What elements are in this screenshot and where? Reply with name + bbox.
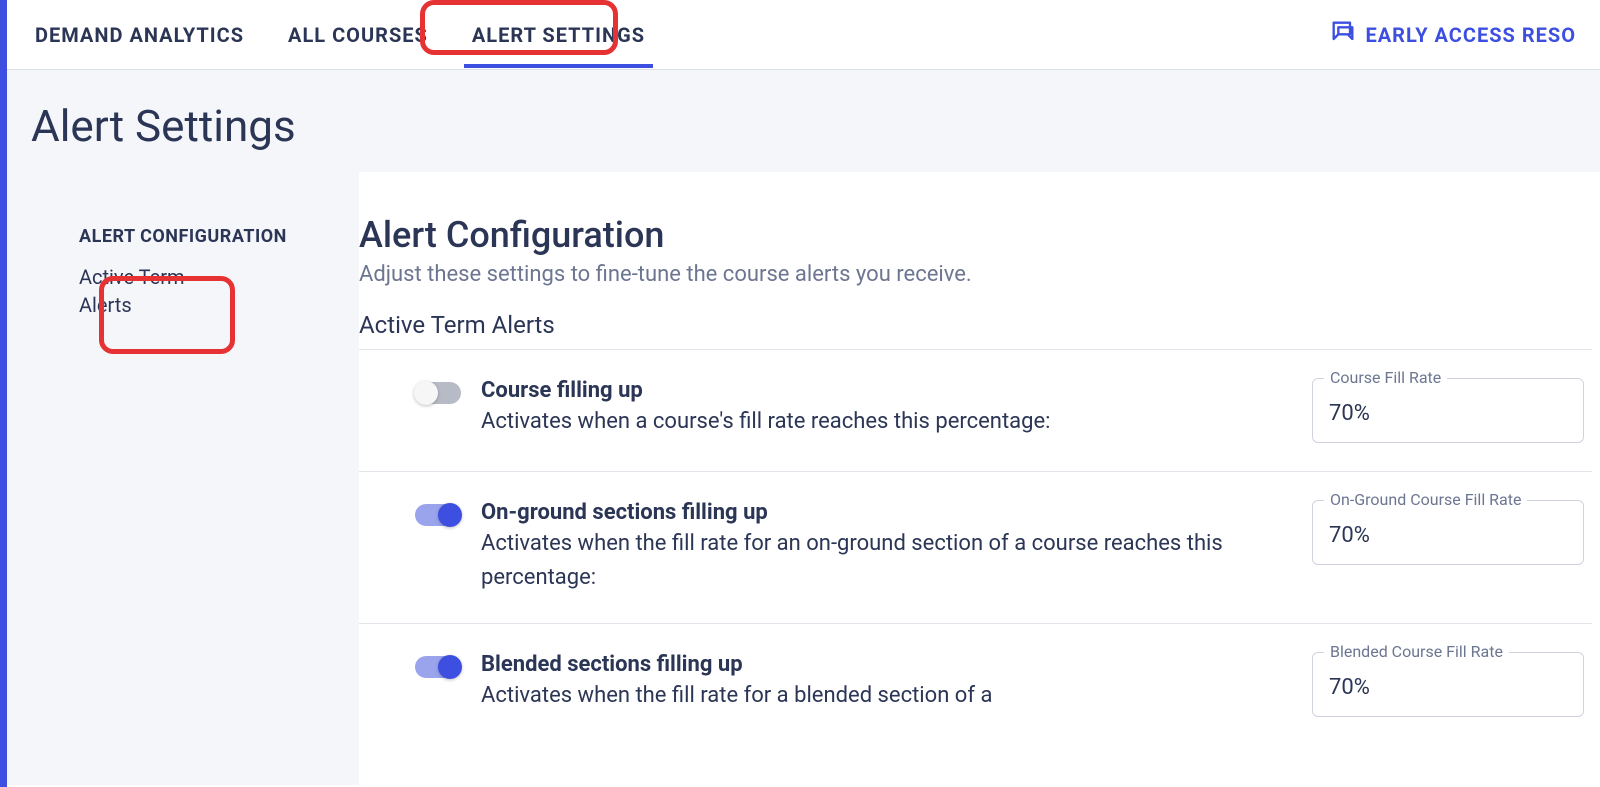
field-label: Course Fill Rate [1324, 368, 1447, 387]
tab-list: DEMAND ANALYTICS ALL COURSES ALERT SETTI… [31, 3, 649, 67]
field-value: 70% [1329, 675, 1567, 700]
page-title: Alert Settings [7, 70, 1600, 172]
alert-title: Course filling up [481, 378, 1272, 403]
sidebar-heading: ALERT CONFIGURATION [79, 224, 319, 249]
toggle-blended-filling[interactable] [415, 656, 461, 678]
section-title: Active Term Alerts [359, 311, 1592, 339]
tab-demand-analytics[interactable]: DEMAND ANALYTICS [31, 3, 248, 67]
field-label: On-Ground Course Fill Rate [1324, 490, 1527, 509]
tab-all-courses[interactable]: ALL COURSES [284, 3, 432, 67]
onground-fill-rate-field[interactable]: On-Ground Course Fill Rate 70% [1312, 500, 1584, 565]
tab-alert-settings[interactable]: ALERT SETTINGS [468, 3, 649, 67]
alert-desc: Activates when the fill rate for an on-g… [481, 527, 1272, 595]
main-subtitle: Adjust these settings to fine-tune the c… [359, 262, 1592, 287]
early-access-link[interactable]: EARLY ACCESS RESO [1329, 18, 1576, 51]
sidebar: ALERT CONFIGURATION Active Term Alerts [7, 172, 359, 785]
main-title: Alert Configuration [359, 214, 1592, 262]
toggle-onground-filling[interactable] [415, 504, 461, 526]
main-panel: Alert Configuration Adjust these setting… [359, 172, 1600, 785]
early-access-label: EARLY ACCESS RESO [1365, 23, 1576, 47]
field-value: 70% [1329, 523, 1567, 548]
sidebar-item-active-term-alerts[interactable]: Active Term Alerts [79, 263, 209, 319]
alert-text: Course filling up Activates when a cours… [481, 378, 1292, 439]
toggle-knob [414, 381, 438, 405]
chat-icon [1329, 18, 1357, 51]
toggle-knob [438, 503, 462, 527]
alert-title: Blended sections filling up [481, 652, 1272, 677]
field-label: Blended Course Fill Rate [1324, 642, 1509, 661]
alert-row-blended-filling: Blended sections filling up Activates wh… [359, 624, 1592, 717]
alert-desc: Activates when the fill rate for a blend… [481, 679, 1272, 713]
alert-row-onground-filling: On-ground sections filling up Activates … [359, 472, 1592, 624]
alert-text: On-ground sections filling up Activates … [481, 500, 1292, 595]
field-value: 70% [1329, 401, 1567, 426]
top-nav: DEMAND ANALYTICS ALL COURSES ALERT SETTI… [7, 0, 1600, 70]
content-area: ALERT CONFIGURATION Active Term Alerts A… [7, 172, 1600, 785]
alert-row-course-filling: Course filling up Activates when a cours… [359, 350, 1592, 472]
toggle-course-filling[interactable] [415, 382, 461, 404]
course-fill-rate-field[interactable]: Course Fill Rate 70% [1312, 378, 1584, 443]
toggle-knob [438, 655, 462, 679]
blended-fill-rate-field[interactable]: Blended Course Fill Rate 70% [1312, 652, 1584, 717]
alert-text: Blended sections filling up Activates wh… [481, 652, 1292, 713]
alert-desc: Activates when a course's fill rate reac… [481, 405, 1272, 439]
alert-title: On-ground sections filling up [481, 500, 1272, 525]
